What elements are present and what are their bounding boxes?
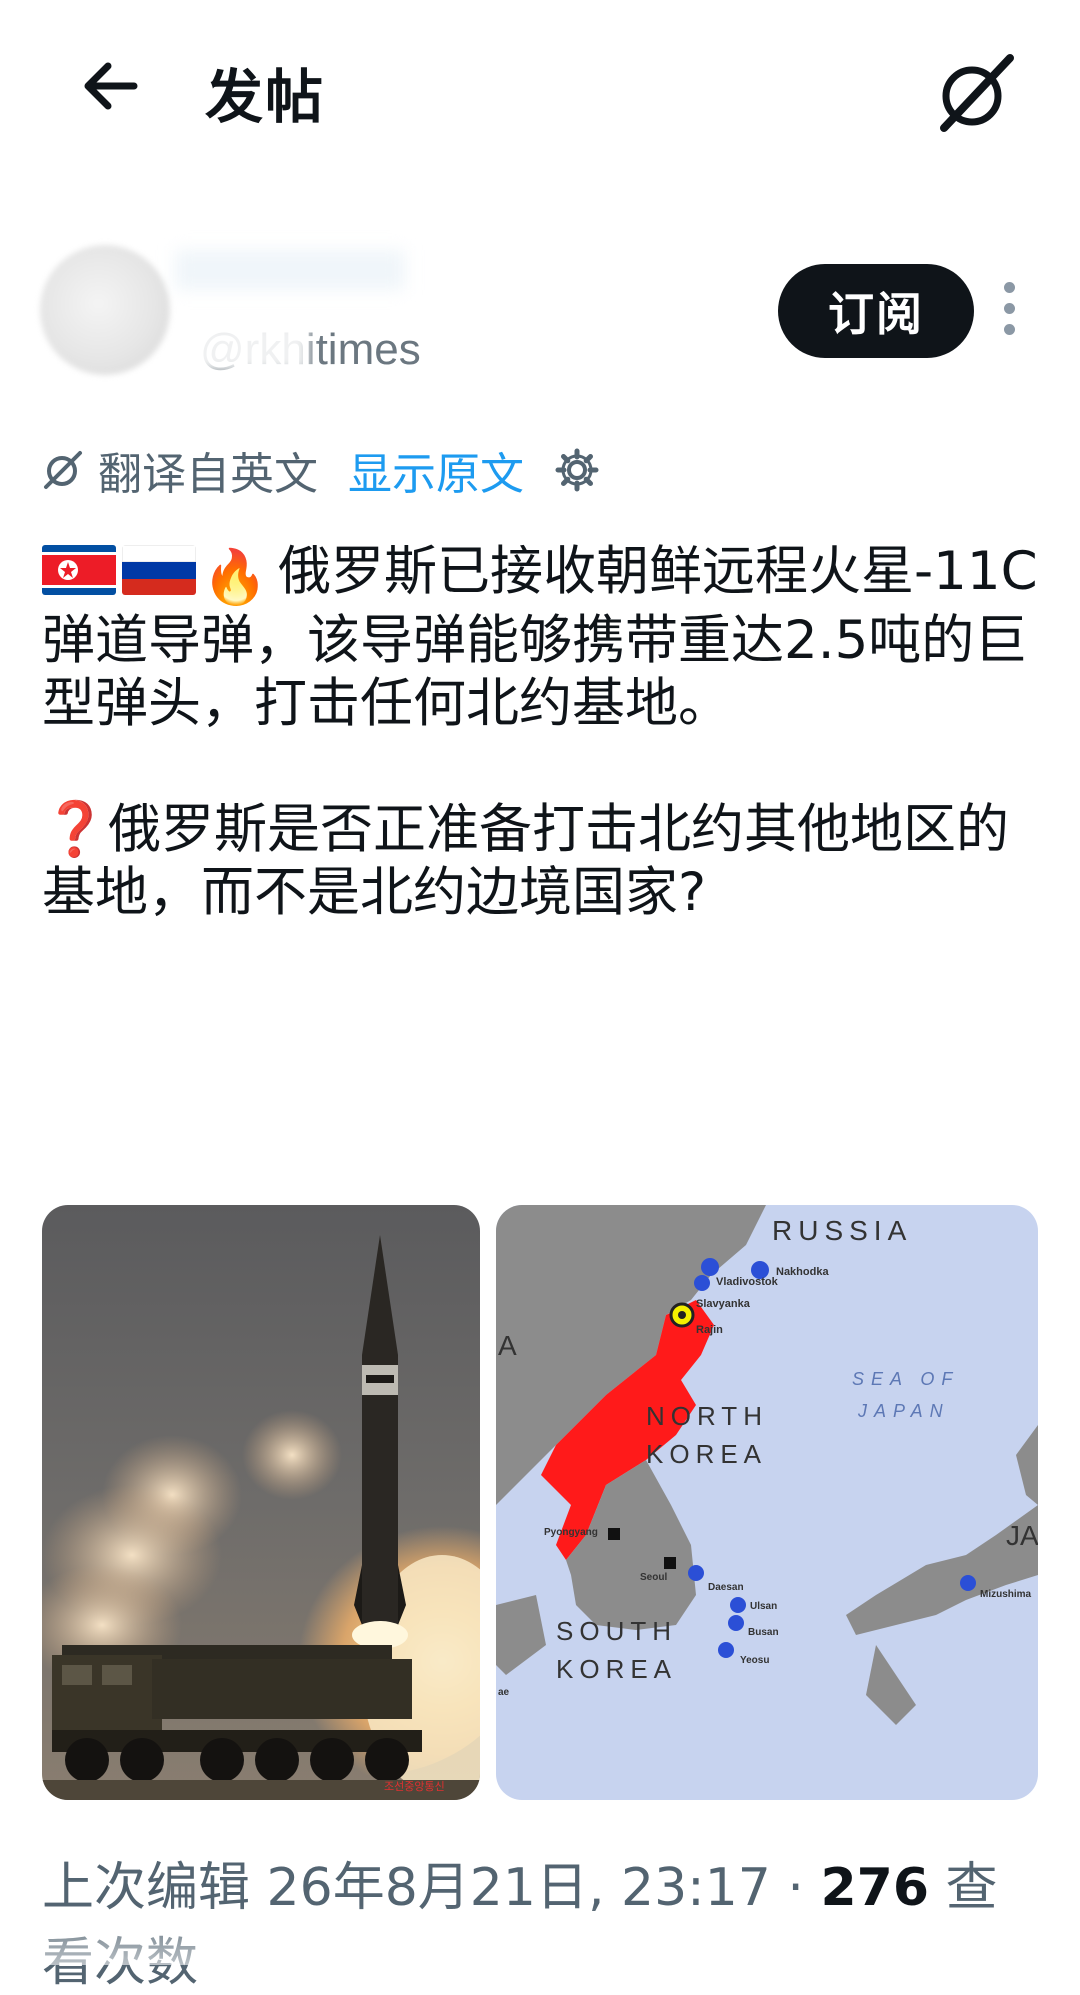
map-label-russia: RUSSIA bbox=[772, 1215, 912, 1246]
map-label-pyongyang: Pyongyang bbox=[544, 1527, 598, 1538]
page-title: 发帖 bbox=[205, 63, 326, 131]
map-label-japan-sea: JAPAN bbox=[857, 1401, 950, 1421]
grok-icon[interactable] bbox=[930, 48, 1020, 138]
map-port-vladivostok-2 bbox=[694, 1275, 710, 1291]
grok-translate-icon bbox=[44, 451, 82, 489]
map-label-sea-of: SEA OF bbox=[852, 1369, 959, 1389]
missile-launch-image: 조선중앙통신 bbox=[42, 1205, 480, 1800]
russia-flag-icon bbox=[122, 545, 196, 595]
map-label-daesan: Daesan bbox=[708, 1582, 744, 1593]
translation-row: 翻译自英文 显示原文 bbox=[40, 440, 600, 500]
map-port-ulsan-1 bbox=[730, 1597, 746, 1613]
map-marker-pyongyang bbox=[608, 1528, 620, 1540]
map-label-nakhodka: Nakhodka bbox=[776, 1266, 829, 1278]
post-text: 🔥 俄罗斯已接收朝鲜远程火星-11C弹道导弹，该导弹能够携带重达2.5吨的巨型弹头… bbox=[42, 540, 1052, 924]
map-label-ulsan: Ulsan bbox=[750, 1601, 777, 1612]
map-port-vladivostok-1 bbox=[701, 1258, 719, 1276]
korea-map-image: RUSSIA Nakhodka Vladivostok Slavyanka Ra… bbox=[496, 1205, 1038, 1800]
media-image-map[interactable]: RUSSIA Nakhodka Vladivostok Slavyanka Ra… bbox=[496, 1205, 1038, 1800]
map-label-mizushima: Mizushima bbox=[980, 1589, 1032, 1600]
handle-blur-mask bbox=[190, 322, 310, 372]
map-port-yeosu bbox=[718, 1642, 734, 1658]
subscribe-button[interactable]: 订阅 bbox=[778, 264, 974, 358]
media-image-missile[interactable]: 조선중앙통신 bbox=[42, 1205, 480, 1800]
north-korea-flag-icon bbox=[42, 545, 116, 595]
map-label-edge-ae: ae bbox=[498, 1687, 510, 1698]
map-label-south: SOUTH bbox=[556, 1616, 677, 1646]
post-paragraph-1: 🔥 俄罗斯已接收朝鲜远程火星-11C弹道导弹，该导弹能够携带重达2.5吨的巨型弹头… bbox=[42, 540, 1052, 735]
map-port-daesan bbox=[688, 1565, 704, 1581]
top-bar: 发帖 bbox=[0, 0, 1080, 180]
kcna-watermark: 조선중앙통신 bbox=[384, 1780, 445, 1793]
more-vertical-icon[interactable] bbox=[1000, 282, 1018, 342]
map-label-vladivostok: Vladivostok bbox=[716, 1276, 779, 1288]
map-label-slavyanka: Slavyanka bbox=[696, 1298, 751, 1310]
question-emoji: ❓ bbox=[42, 799, 108, 860]
map-label-seoul: Seoul bbox=[640, 1572, 667, 1583]
bottom-fade bbox=[0, 1905, 1080, 1965]
map-label-korea-south: KOREA bbox=[556, 1654, 677, 1684]
translated-label: 翻译自英文 bbox=[98, 449, 318, 500]
map-label-rajin: Rajin bbox=[696, 1324, 723, 1336]
gear-icon[interactable] bbox=[554, 447, 600, 493]
map-label-edge-a: A bbox=[498, 1330, 517, 1361]
arrow-left-icon[interactable] bbox=[74, 46, 154, 126]
avatar[interactable] bbox=[40, 245, 170, 375]
map-label-yeosu: Yeosu bbox=[740, 1655, 769, 1666]
map-marker-seoul bbox=[664, 1557, 676, 1569]
map-label-korea-north: KOREA bbox=[646, 1439, 767, 1469]
map-port-busan bbox=[728, 1615, 744, 1631]
author-name-blurred bbox=[175, 250, 405, 290]
post-paragraph-2: ❓俄罗斯是否正准备打击北约其他地区的基地，而不是北约边境国家? bbox=[42, 798, 1052, 924]
map-label-north: NORTH bbox=[646, 1401, 768, 1431]
post-paragraph-2-text: 俄罗斯是否正准备打击北约其他地区的基地，而不是北约边境国家? bbox=[42, 799, 1009, 923]
map-port-mizushima bbox=[960, 1575, 976, 1591]
show-original-link[interactable]: 显示原文 bbox=[348, 438, 524, 502]
map-label-edge-ja: JA bbox=[1006, 1520, 1038, 1551]
fire-emoji: 🔥 bbox=[202, 547, 268, 608]
map-label-busan: Busan bbox=[748, 1627, 779, 1638]
